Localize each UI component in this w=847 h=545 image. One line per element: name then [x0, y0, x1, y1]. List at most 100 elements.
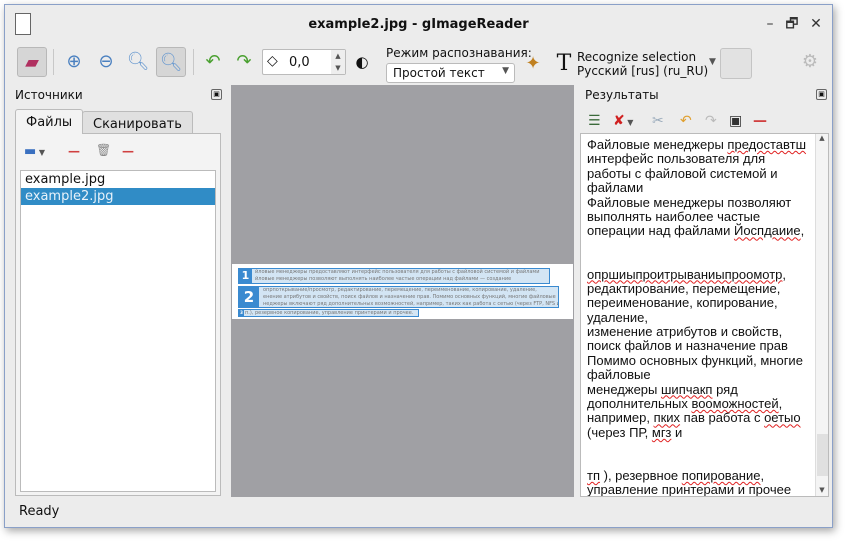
misspelled-word[interactable]: опршиыпроитрываниыпроомотр — [587, 267, 782, 282]
zoom-fit-button[interactable]: 🔍︎ — [156, 47, 186, 77]
mode-label: Режим распознавания: — [386, 46, 532, 60]
minimize-button[interactable]: – — [761, 15, 779, 33]
region-number: 3 — [239, 310, 244, 316]
close-button[interactable]: ✕ — [807, 15, 825, 33]
region-line: неджеры включают ряд дополнительных возм… — [263, 301, 559, 307]
scroll-thumb[interactable] — [817, 434, 828, 476]
result-line: (через ПР, мгз и — [587, 424, 683, 440]
window-title: example2.jpg - gImageReader — [308, 17, 529, 32]
color-button[interactable] — [720, 48, 752, 79]
result-line: работы с файловой системой и — [587, 165, 778, 181]
recognize-button[interactable]: T — [549, 49, 579, 79]
clear-button[interactable]: — — [122, 144, 134, 158]
region-2[interactable]: 2 опрпоткрывание/просмотр, редактирование… — [238, 286, 559, 308]
toolbar: ▰ ⊕ ⊖ 🔍︎ 🔍︎ ↶ ↷ ◇ 0,0 ▲ ▼ ◐ Режим распозн… — [5, 43, 832, 85]
settings-button[interactable]: ⚙ — [795, 47, 825, 77]
result-line: Файловые менеджеры предоставтш — [587, 137, 806, 152]
misspelled-word[interactable]: Йоспдаиие — [734, 223, 801, 238]
misspelled-word[interactable]: оетыо — [764, 410, 801, 425]
region-3[interactable]: 3 п.), резервное копирование, управление … — [238, 309, 419, 317]
image-controls-icon: ◐ — [355, 53, 369, 71]
rotate-left-icon: ↶ — [205, 51, 221, 72]
result-line — [587, 239, 815, 253]
image-canvas[interactable]: 1 йловые менеджеры предоставляют интерфей… — [231, 85, 574, 497]
misspelled-word[interactable]: тп — [587, 468, 600, 483]
misspelled-word[interactable]: мгз — [652, 425, 672, 440]
image-source-icon: ▰ — [25, 52, 39, 73]
insert-mode-button[interactable]: ☰ — [588, 113, 601, 129]
strip-button[interactable]: ✘ ▼ — [613, 113, 633, 129]
result-line — [587, 440, 815, 454]
float-panel-icon[interactable]: ▣ — [211, 89, 222, 100]
rotation-value[interactable]: 0,0 — [289, 55, 310, 70]
rotate-right-button[interactable]: ↷ — [229, 47, 259, 77]
zoom-fit-icon: 🔍︎ — [159, 52, 183, 73]
mode-select[interactable]: Простой текст ▼ — [386, 63, 515, 83]
results-textarea[interactable]: Файловые менеджеры предоставтш интерфейс … — [580, 133, 829, 497]
insert-text-icon: ☰ — [588, 113, 601, 129]
results-scrollbar[interactable]: ▲ ▼ — [815, 134, 828, 496]
result-line: дополнительных воомож­ностей, — [587, 396, 783, 412]
results-title: Результаты — [585, 88, 659, 102]
redo-button[interactable]: ↷ — [705, 113, 717, 129]
file-list[interactable]: example.jpg example2.jpg — [20, 170, 216, 492]
clear-icon: — — [122, 144, 134, 158]
rotate-right-icon: ↷ — [236, 51, 252, 72]
rotation-spinbox[interactable]: ◇ 0,0 ▲ ▼ — [262, 49, 346, 75]
result-line: тп ), резервное попирование, — [587, 467, 765, 483]
zoom-in-icon: ⊕ — [66, 51, 82, 72]
image-controls-button[interactable]: ◐ — [347, 47, 377, 77]
undo-icon: ↶ — [680, 113, 692, 129]
redo-icon: ↷ — [705, 113, 717, 129]
file-list-item[interactable]: example2.jpg — [21, 188, 215, 205]
language-label[interactable]: Русский [rus] (ru_RU) — [577, 64, 708, 78]
files-tab-panel: ▬ ▼ — 🗑︎ — example.jpg example2.jpg — [15, 133, 221, 496]
result-line: операции над файлами Йоспдаиие, — [587, 223, 805, 239]
rotate-left-button[interactable]: ↶ — [198, 47, 228, 77]
result-line: опршиыпроитрываниыпроомотр, — [587, 266, 787, 282]
find-replace-button[interactable]: ✂ — [652, 113, 664, 129]
misspelled-word[interactable]: предоставтш — [727, 137, 806, 152]
file-list-item[interactable]: example.jpg — [21, 171, 215, 188]
maximize-button[interactable]: 🗗 — [783, 15, 801, 33]
zoom-original-icon: 🔍︎ — [126, 51, 150, 72]
autolayout-button[interactable]: ✦ — [518, 49, 548, 79]
clear-results-button[interactable]: — — [753, 113, 767, 129]
recognize-label[interactable]: Recognize selection — [577, 50, 696, 64]
main-window: example2.jpg - gImageReader – 🗗 ✕ ▰ ⊕ ⊖ … — [4, 4, 833, 528]
spin-arrows[interactable]: ▲ ▼ — [331, 50, 345, 74]
language-dropdown[interactable]: ▼ — [709, 57, 716, 67]
result-line: управление принтерами и прочее — [587, 482, 792, 497]
misspelled-word[interactable]: пких — [654, 410, 681, 425]
save-button[interactable]: ▣ — [729, 113, 742, 129]
add-images-button[interactable]: ▬ ▼ — [24, 144, 45, 159]
result-line: переименование, копирование, — [587, 295, 778, 311]
zoom-original-button[interactable]: 🔍︎ — [123, 47, 153, 77]
rotate-angle-icon: ◇ — [267, 53, 278, 69]
result-line: изменение атрибутов и свойств, — [587, 324, 783, 340]
float-panel-icon[interactable]: ▣ — [816, 89, 827, 100]
zoom-out-button[interactable]: ⊖ — [91, 47, 121, 77]
zoom-out-icon: ⊖ — [98, 51, 114, 72]
remove-button[interactable]: — — [68, 144, 80, 158]
misspelled-word[interactable]: воомож­ностей — [691, 396, 778, 411]
region-1[interactable]: 1 йловые менеджеры предоставляют интерфей… — [238, 268, 550, 284]
region-line: йловые менеджеры предоставляют интерфейс… — [255, 269, 540, 275]
misspelled-word[interactable]: шипчакп — [661, 382, 712, 397]
region-number: 1 — [239, 269, 252, 283]
mode-value: Простой текст — [393, 66, 485, 80]
result-line — [587, 253, 815, 267]
undo-button[interactable]: ↶ — [680, 113, 692, 129]
delete-file-button[interactable]: 🗑︎ — [96, 143, 111, 157]
result-line: Помимо основных функций, многие — [587, 352, 803, 368]
scroll-up-icon[interactable]: ▲ — [816, 134, 828, 142]
tab-files[interactable]: Файлы — [15, 109, 84, 134]
zoom-in-button[interactable]: ⊕ — [59, 47, 89, 77]
region-line: енение атрибутов и свойств, поиск файлов… — [263, 294, 556, 300]
result-line: выполнять наиболее частые — [587, 208, 761, 224]
scroll-down-icon[interactable]: ▼ — [816, 486, 828, 494]
result-line: файловые — [587, 367, 651, 383]
results-text[interactable]: Файловые менеджеры предоставтш интерфейс … — [587, 137, 815, 497]
image-source-button[interactable]: ▰ — [17, 47, 47, 77]
misspelled-word[interactable]: попирование — [682, 468, 761, 483]
